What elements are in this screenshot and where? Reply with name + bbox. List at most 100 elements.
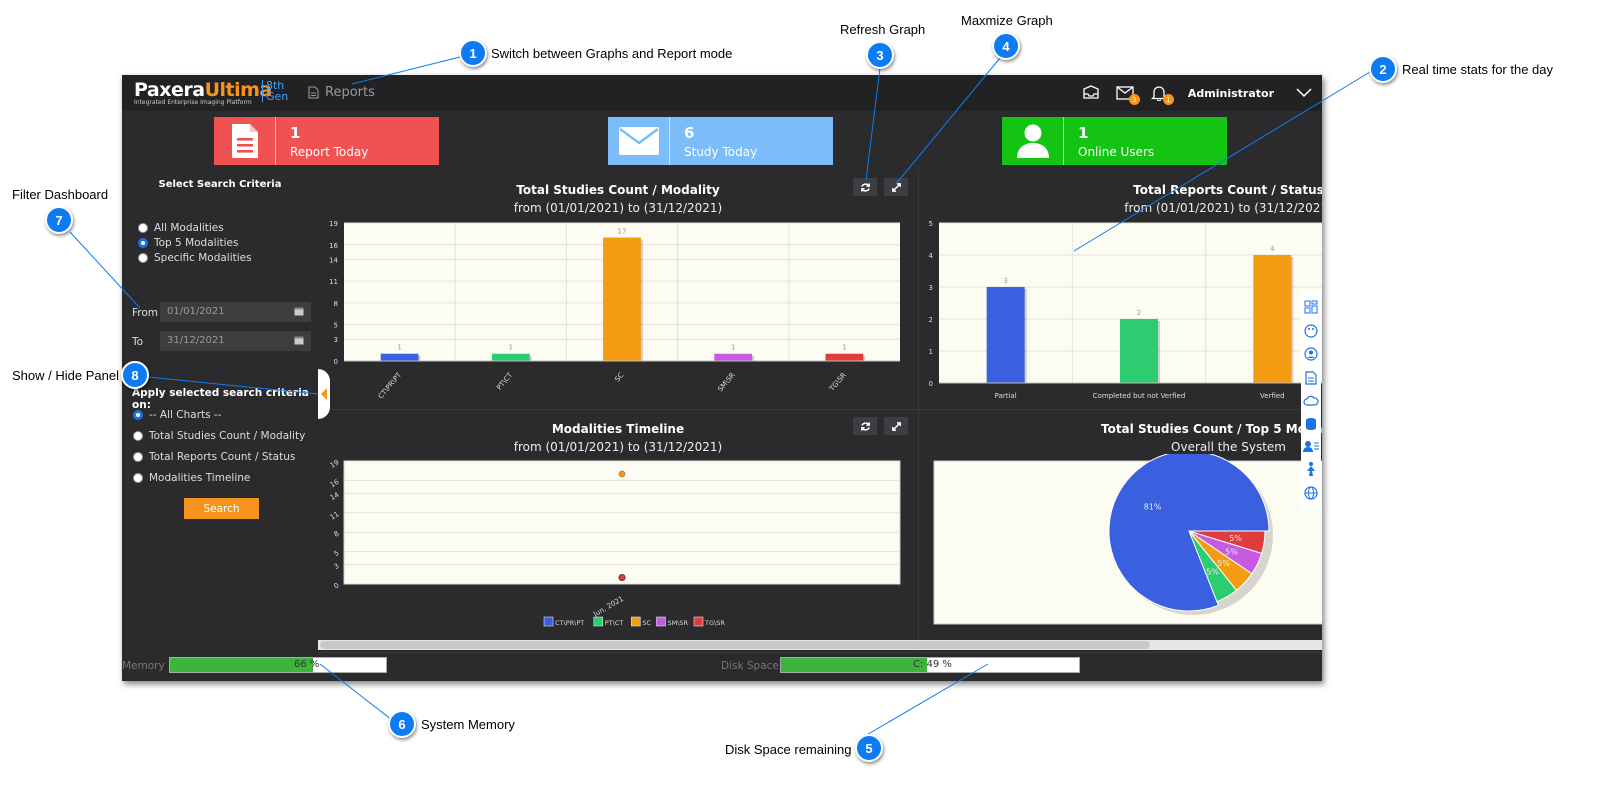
annotation-label-5: Disk Space remaining xyxy=(725,742,852,757)
series-point xyxy=(618,574,626,582)
data-label: 17 xyxy=(618,228,627,236)
search-button[interactable]: Search xyxy=(184,498,259,519)
y-tick-label: 14 xyxy=(329,491,341,503)
disk-space-bar: C: 49 % xyxy=(780,657,1080,673)
calendar-icon xyxy=(294,336,304,345)
chart3-title: Modalities Timeline xyxy=(551,422,685,436)
user-name[interactable]: Administrator xyxy=(1188,87,1274,100)
y-tick-label: 4 xyxy=(929,252,934,260)
maximize-graph-button[interactable] xyxy=(884,178,908,196)
maximize-graph-button[interactable] xyxy=(884,417,908,435)
annotation-label-7: Filter Dashboard xyxy=(12,187,109,202)
stat-card-study-today[interactable]: 6 Study Today xyxy=(608,117,833,165)
annotation-label-3: Refresh Graph xyxy=(840,22,926,37)
reports-status-chart: 0 1 2 3 4 5 3 Partial 2 Completed but not Verfied… xyxy=(929,220,1322,400)
x-tick-label: Completed but not Verfied xyxy=(1093,392,1186,400)
disk-space-fill xyxy=(781,658,928,672)
legend-swatch xyxy=(656,616,666,627)
radio-top5-modalities[interactable]: Top 5 Modalities xyxy=(138,237,238,249)
chart-panel-reports-status: Total Reports Count / Status from (01/01… xyxy=(919,171,1322,410)
to-date-input[interactable]: 31/12/2021 xyxy=(160,331,311,351)
reports-mode-toggle[interactable]: Reports xyxy=(308,85,375,100)
dashboard-icon[interactable] xyxy=(1304,300,1318,314)
legend-swatch xyxy=(693,616,704,627)
stat-card-report-today[interactable]: 1 Report Today xyxy=(214,117,439,165)
system-status-bar: Memory 66 % Disk Space C: 49 % xyxy=(122,653,1322,681)
radio-all-modalities[interactable]: All Modalities xyxy=(138,222,224,234)
y-tick-label: 2 xyxy=(929,316,933,324)
from-date-input[interactable]: 01/01/2021 xyxy=(160,302,311,322)
radio-studies-count-modality[interactable]: Total Studies Count / Modality xyxy=(133,430,305,442)
paxera-logo[interactable]: PaxeraUltima Integrated Enterprise Imagi… xyxy=(134,79,272,106)
data-label: 3 xyxy=(1003,277,1007,285)
report-page-icon xyxy=(308,86,319,99)
annotation-badge-2: 2 xyxy=(1369,55,1397,83)
refresh-graph-button[interactable] xyxy=(853,417,877,435)
chart-panel-top5-pie: Total Studies Count / Top 5 Modalities O… xyxy=(919,410,1322,653)
x-tick-label: SC xyxy=(613,371,625,383)
report-file-icon[interactable] xyxy=(1305,371,1317,385)
legend-swatch xyxy=(543,616,554,627)
data-label: 1 xyxy=(509,344,513,352)
radio-specific-modalities[interactable]: Specific Modalities xyxy=(138,252,252,264)
cloud-icon[interactable] xyxy=(1303,395,1319,407)
annotation-badge-4: 4 xyxy=(992,32,1020,60)
person-icon[interactable] xyxy=(1305,462,1317,477)
scrollbar-thumb[interactable] xyxy=(320,641,1150,649)
globe-icon[interactable] xyxy=(1304,486,1318,500)
slice-label: 5% xyxy=(1229,534,1242,543)
apply-criteria-title: Apply selected search criteria on: xyxy=(132,387,309,411)
top-bar: PaxeraUltima Integrated Enterprise Imagi… xyxy=(122,75,1322,111)
y-tick-label: 3 xyxy=(333,562,341,571)
slice-label: 5% xyxy=(1206,568,1219,577)
y-tick-label: 3 xyxy=(334,336,338,344)
mail-icon[interactable]: 3 xyxy=(1114,83,1140,105)
data-label: 1 xyxy=(731,344,735,352)
y-tick-label: 1 xyxy=(929,348,933,356)
data-label: 1 xyxy=(397,344,401,352)
database-icon[interactable] xyxy=(1305,417,1317,431)
user-list-icon[interactable] xyxy=(1303,440,1319,453)
charts-area: Total Studies Count / Modality from (01/… xyxy=(318,171,1322,653)
radio-all-charts[interactable]: -- All Charts -- xyxy=(133,409,222,421)
annotation-badge-1: 1 xyxy=(459,39,487,67)
show-hide-panel-toggle[interactable] xyxy=(318,369,330,419)
bell-icon[interactable]: 1 xyxy=(1148,83,1174,105)
y-tick-label: 19 xyxy=(329,220,338,228)
online-users-label: Online Users xyxy=(1078,144,1155,159)
plot-background xyxy=(343,460,901,585)
annotation-badge-8: 8 xyxy=(121,361,149,389)
radio-modalities-timeline[interactable]: Modalities Timeline xyxy=(133,472,250,484)
bar xyxy=(1253,255,1292,383)
y-tick-label: 11 xyxy=(329,510,341,521)
palette-icon[interactable] xyxy=(1304,324,1318,338)
data-label: 1 xyxy=(842,344,846,352)
horizontal-scrollbar[interactable] xyxy=(318,640,1322,650)
data-label: 4 xyxy=(1270,245,1275,253)
inbox-tray-icon[interactable] xyxy=(1080,83,1102,103)
chart1-subtitle: from (01/01/2021) to (31/12/2021) xyxy=(513,201,723,215)
document-icon xyxy=(231,124,258,158)
chevron-down-icon[interactable] xyxy=(1296,88,1312,98)
chart4-subtitle: Overall the System xyxy=(1171,440,1286,454)
bar xyxy=(603,237,641,361)
series-point xyxy=(618,470,626,478)
radio-reports-count-status[interactable]: Total Reports Count / Status xyxy=(133,451,295,463)
bar xyxy=(825,353,864,361)
annotation-label-4: Maxmize Graph xyxy=(961,13,1053,28)
memory-usage-fill xyxy=(170,658,313,672)
y-tick-label: 11 xyxy=(329,278,338,286)
reports-label: Reports xyxy=(325,85,375,100)
annotation-badge-3: 3 xyxy=(866,41,894,69)
x-tick-label: SM\SR xyxy=(716,371,736,393)
refresh-graph-button[interactable] xyxy=(853,178,877,196)
y-tick-label: 0 xyxy=(333,581,341,590)
slice-label: 5% xyxy=(1225,547,1238,556)
filter-title: Select Search Criteria xyxy=(158,179,282,190)
memory-usage-text: 66 % xyxy=(294,659,320,670)
legend-swatch xyxy=(593,616,604,627)
mail-count-badge: 3 xyxy=(1128,94,1140,105)
user-circle-icon[interactable] xyxy=(1304,347,1318,362)
annotation-label-6: System Memory xyxy=(421,717,515,732)
stat-card-online-users[interactable]: 1 Online Users xyxy=(1002,117,1227,165)
